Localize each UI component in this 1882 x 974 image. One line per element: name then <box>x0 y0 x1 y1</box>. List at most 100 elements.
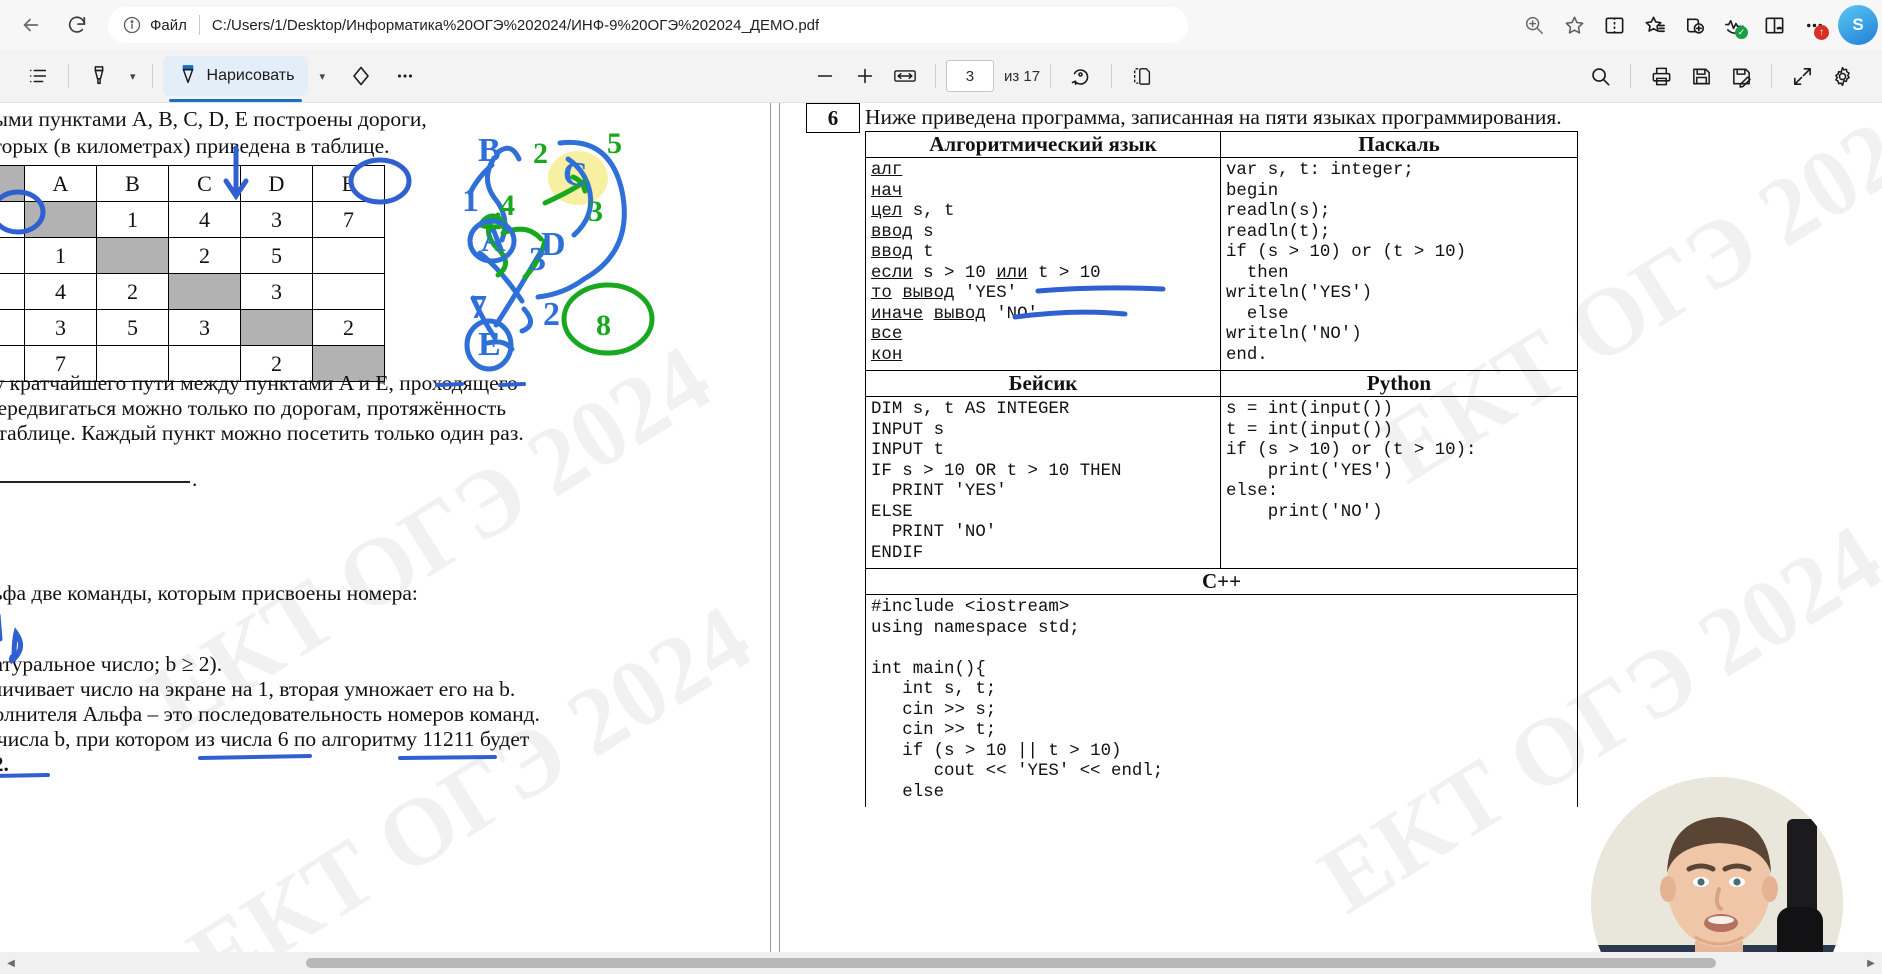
cell-bd: 5 <box>240 237 313 274</box>
refresh-icon <box>68 16 86 33</box>
toc-icon <box>29 69 47 83</box>
cell-ab: 1 <box>96 201 169 238</box>
scroll-left-arrow[interactable]: ◀ <box>0 952 22 974</box>
table-corner-cell <box>0 165 25 202</box>
toolbar-divider-1 <box>68 64 69 88</box>
print-icon <box>1652 67 1670 85</box>
settings-button[interactable] <box>1822 56 1862 96</box>
lang-name-cpp: C++ <box>865 568 1578 595</box>
essentials-status-dot: ✓ <box>1735 26 1748 39</box>
favorite-button[interactable] <box>1554 5 1594 45</box>
zoom-in-icon <box>1525 16 1543 34</box>
cell-de: 2 <box>312 309 385 346</box>
row-label-a: A <box>0 201 25 238</box>
cell-cd: 3 <box>240 273 313 310</box>
doc-para-3c: полнителя Альфа – это последовательность… <box>0 702 540 726</box>
more-options-button[interactable]: ↑ <box>1794 5 1834 45</box>
scrollbar-thumb[interactable] <box>306 958 1716 968</box>
collections-button[interactable] <box>1634 5 1674 45</box>
doc-para-1c: в таблице. Каждый пункт можно посетить т… <box>0 421 524 445</box>
search-button[interactable] <box>1580 56 1620 96</box>
table-header-e: E <box>312 165 385 202</box>
lang-name-python: Python <box>1220 370 1578 397</box>
doc-para-3a: натуральное число; b ≥ 2). <box>0 652 223 676</box>
zoom-out-button[interactable] <box>805 56 845 96</box>
zoom-in-button[interactable] <box>845 56 885 96</box>
page-separator <box>770 103 780 952</box>
doc-para-2: льфа две команды, которым присвоены номе… <box>0 581 418 605</box>
lang-name-pascal: Паскаль <box>1220 131 1578 158</box>
toolbar-divider-3 <box>934 64 936 88</box>
chevron-down-icon: ▾ <box>319 70 325 83</box>
split-screen-icon <box>1605 16 1623 34</box>
zoom-in-button[interactable] <box>1514 5 1554 45</box>
code-cell-cpp: #include <iostream> using namespace std;… <box>865 594 1578 807</box>
address-divider <box>198 15 200 35</box>
lang-header-row-1: Алгоритмический язык Паскаль <box>865 131 1578 158</box>
row-label-b: B <box>0 237 25 274</box>
cell-cb: 2 <box>96 273 169 310</box>
save-as-button[interactable] <box>1721 56 1761 96</box>
draw-button[interactable]: Нарисовать <box>162 56 309 102</box>
code-python: s = int(input()) t = int(input()) if (s … <box>1226 400 1477 522</box>
table-row: B 1 2 5 <box>0 237 385 274</box>
pdf-toolbar-right <box>1580 56 1874 96</box>
split-screen-button[interactable] <box>1594 5 1634 45</box>
draw-dropdown[interactable]: ▾ <box>308 56 331 96</box>
svg-text:B: B <box>478 132 501 169</box>
browser-actions: ✓ ↑ S <box>1514 5 1882 45</box>
scroll-right-arrow[interactable]: ▶ <box>1860 952 1882 974</box>
cell-ae: 7 <box>312 201 385 238</box>
doc-para-3b: еличивает число на экране на 1, вторая у… <box>0 677 516 701</box>
svg-text:5: 5 <box>607 127 622 160</box>
refresh-button[interactable] <box>54 2 100 48</box>
page-number-input[interactable]: 3 <box>945 60 994 92</box>
table-of-contents-button[interactable] <box>18 56 58 96</box>
collections-icon <box>1645 16 1665 32</box>
pdf-viewport[interactable]: ЕКТ ОГЭ 2024 ЕКТ ОГЭ 2024 ными пунктами … <box>0 103 1882 952</box>
zoom-and-page-controls: 3 из 17 <box>805 56 1162 96</box>
fullscreen-icon <box>1793 67 1811 85</box>
svg-text:E: E <box>478 326 501 363</box>
highlight-button[interactable] <box>79 56 119 96</box>
update-badge: ↑ <box>1814 25 1829 40</box>
highlight-dropdown[interactable]: ▾ <box>119 56 142 96</box>
eraser-icon <box>353 66 369 86</box>
task-number-box: 6 <box>806 103 860 133</box>
read-aloud-button[interactable] <box>1754 5 1794 45</box>
doc-para-1a: ну кратчайшего пути между пунктами A и E… <box>0 371 518 395</box>
info-icon <box>123 16 141 34</box>
fit-to-width-button[interactable] <box>885 56 925 96</box>
save-as-icon <box>1732 68 1751 88</box>
lang-header-row-3: C++ <box>865 568 1578 595</box>
browser-essentials-button[interactable]: ✓ <box>1714 5 1754 45</box>
programs-table: Алгоритмический язык Паскаль алг нач цел… <box>865 131 1578 807</box>
horizontal-scrollbar[interactable]: ◀ ▶ <box>0 952 1882 974</box>
toolbar-divider-2 <box>151 64 153 88</box>
svg-text:2: 2 <box>533 137 548 170</box>
lang-name-algo: Алгоритмический язык <box>865 131 1221 158</box>
highlighter-icon <box>94 66 104 85</box>
answer-period: . <box>192 467 198 491</box>
back-button[interactable] <box>8 2 54 48</box>
svg-text:7: 7 <box>470 289 487 326</box>
erase-button[interactable] <box>341 56 381 96</box>
rotate-button[interactable] <box>1061 56 1101 96</box>
more-tools-button[interactable] <box>385 56 425 96</box>
address-bar[interactable]: Файл C:/Users/1/Desktop/Информатика%20ОГ… <box>108 7 1188 43</box>
cell-aa <box>24 201 97 238</box>
doc-line-1: ными пунктами A, B, C, D, E построены до… <box>0 107 427 131</box>
fullscreen-button[interactable] <box>1782 56 1822 96</box>
back-arrow-icon <box>23 18 39 32</box>
cell-dc: 3 <box>168 309 241 346</box>
save-button[interactable] <box>1681 56 1721 96</box>
print-button[interactable] <box>1641 56 1681 96</box>
add-to-collection-button[interactable] <box>1674 5 1714 45</box>
svg-text:3: 3 <box>529 241 546 278</box>
profile-avatar[interactable]: S <box>1838 5 1878 45</box>
doc-para-3e: 82. <box>0 752 9 776</box>
distance-table: A B C D E A 1 4 3 7 B 1 <box>0 165 385 382</box>
page-view-button[interactable] <box>1122 56 1162 96</box>
table-header-b: B <box>96 165 169 202</box>
gear-icon <box>1834 66 1850 86</box>
